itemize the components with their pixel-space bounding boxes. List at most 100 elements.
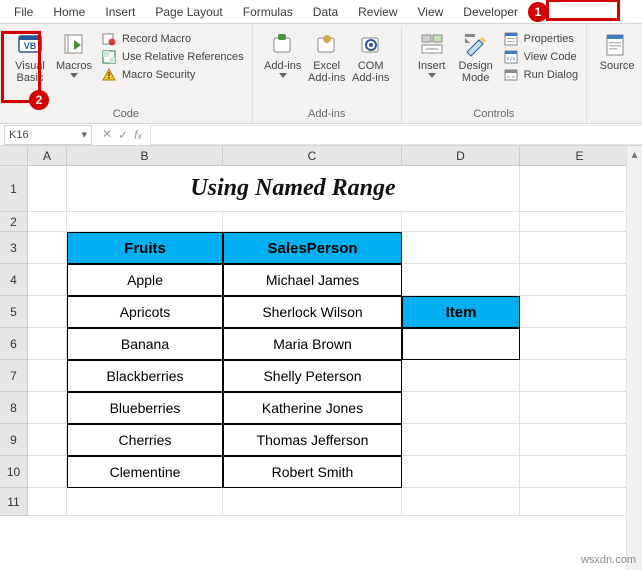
row-header-4[interactable]: 4	[0, 264, 28, 296]
use-relative-refs-button[interactable]: Use Relative References	[102, 50, 244, 64]
row-header-1[interactable]: 1	[0, 166, 28, 212]
fx-icon[interactable]: fx	[134, 128, 142, 142]
cell-A2[interactable]	[28, 212, 67, 232]
row-header-10[interactable]: 10	[0, 456, 28, 488]
cell-C11[interactable]	[223, 488, 402, 516]
row-header-9[interactable]: 9	[0, 424, 28, 456]
cell-fruit-5[interactable]: Cherries	[67, 424, 223, 456]
tab-developer[interactable]: Developer	[453, 1, 528, 22]
col-header-E[interactable]: E	[520, 146, 640, 166]
name-box[interactable]: K16 ▾	[4, 125, 92, 145]
visual-basic-button[interactable]: VB Visual Basic	[8, 30, 52, 86]
cell-B2[interactable]	[67, 212, 223, 232]
source-button[interactable]: Source	[595, 30, 639, 74]
cell-E8[interactable]	[520, 392, 640, 424]
cell-person-6[interactable]: Robert Smith	[223, 456, 402, 488]
insert-control-button[interactable]: Insert	[410, 30, 454, 83]
cell-person-1[interactable]: Sherlock Wilson	[223, 296, 402, 328]
cell-E1[interactable]	[520, 166, 640, 212]
scroll-up-icon[interactable]: ▴	[627, 146, 642, 162]
row-header-2[interactable]: 2	[0, 212, 28, 232]
cell-E3[interactable]	[520, 232, 640, 264]
com-addins-button[interactable]: COM Add-ins	[349, 30, 393, 86]
col-header-B[interactable]: B	[67, 146, 223, 166]
row-header-5[interactable]: 5	[0, 296, 28, 328]
cell-fruit-6[interactable]: Clementine	[67, 456, 223, 488]
select-all-corner[interactable]	[0, 146, 28, 166]
cell-D8[interactable]	[402, 392, 520, 424]
macros-button[interactable]: Macros	[52, 30, 96, 83]
cell-A8[interactable]	[28, 392, 67, 424]
tab-page-layout[interactable]: Page Layout	[145, 1, 232, 22]
cell-D4[interactable]	[402, 264, 520, 296]
vertical-scrollbar[interactable]: ▴	[626, 146, 642, 570]
cell-fruit-3[interactable]: Blackberries	[67, 360, 223, 392]
cell-E4[interactable]	[520, 264, 640, 296]
cell-fruit-2[interactable]: Banana	[67, 328, 223, 360]
cell-A6[interactable]	[28, 328, 67, 360]
enter-formula-icon[interactable]: ✓	[118, 128, 128, 142]
formula-bar[interactable]	[150, 125, 642, 145]
cell-fruit-4[interactable]: Blueberries	[67, 392, 223, 424]
col-header-D[interactable]: D	[402, 146, 520, 166]
col-header-C[interactable]: C	[223, 146, 402, 166]
cell-E11[interactable]	[520, 488, 640, 516]
design-mode-button[interactable]: Design Mode	[454, 30, 498, 86]
row-header-6[interactable]: 6	[0, 328, 28, 360]
excel-addins-button[interactable]: Excel Add-ins	[305, 30, 349, 86]
cell-person-4[interactable]: Katherine Jones	[223, 392, 402, 424]
cell-D7[interactable]	[402, 360, 520, 392]
cell-A4[interactable]	[28, 264, 67, 296]
cell-A5[interactable]	[28, 296, 67, 328]
col-header-A[interactable]: A	[28, 146, 67, 166]
row-header-11[interactable]: 11	[0, 488, 28, 516]
cell-person-0[interactable]: Michael James	[223, 264, 402, 296]
row-header-3[interactable]: 3	[0, 232, 28, 264]
header-item[interactable]: Item	[402, 296, 520, 328]
cell-D11[interactable]	[402, 488, 520, 516]
cell-D3[interactable]	[402, 232, 520, 264]
cell-fruit-0[interactable]: Apple	[67, 264, 223, 296]
cell-D9[interactable]	[402, 424, 520, 456]
cell-E9[interactable]	[520, 424, 640, 456]
cell-A11[interactable]	[28, 488, 67, 516]
cell-E2[interactable]	[520, 212, 640, 232]
cell-E5[interactable]	[520, 296, 640, 328]
cell-A10[interactable]	[28, 456, 67, 488]
cell-D10[interactable]	[402, 456, 520, 488]
cell-C2[interactable]	[223, 212, 402, 232]
tab-file[interactable]: File	[4, 1, 43, 22]
record-macro-button[interactable]: Record Macro	[102, 32, 244, 46]
row-header-7[interactable]: 7	[0, 360, 28, 392]
header-fruits[interactable]: Fruits	[67, 232, 223, 264]
cell-D2[interactable]	[402, 212, 520, 232]
run-dialog-button[interactable]: Run Dialog	[504, 68, 578, 82]
tab-formulas[interactable]: Formulas	[233, 1, 303, 22]
macro-security-button[interactable]: Macro Security	[102, 68, 244, 82]
title-cell[interactable]: Using Named Range	[67, 166, 520, 212]
cell-item-value[interactable]	[402, 328, 520, 360]
cell-B11[interactable]	[67, 488, 223, 516]
view-code-button[interactable]: </> View Code	[504, 50, 578, 64]
cell-person-5[interactable]: Thomas Jefferson	[223, 424, 402, 456]
cancel-formula-icon[interactable]: ✕	[102, 127, 112, 142]
properties-button[interactable]: Properties	[504, 32, 578, 46]
cell-person-3[interactable]: Shelly Peterson	[223, 360, 402, 392]
tab-view[interactable]: View	[408, 1, 454, 22]
cell-A1[interactable]	[28, 166, 67, 212]
cell-E10[interactable]	[520, 456, 640, 488]
addins-button[interactable]: Add-ins	[261, 30, 305, 83]
cell-A9[interactable]	[28, 424, 67, 456]
tab-home[interactable]: Home	[43, 1, 95, 22]
cell-E7[interactable]	[520, 360, 640, 392]
cell-A3[interactable]	[28, 232, 67, 264]
cell-A7[interactable]	[28, 360, 67, 392]
tab-review[interactable]: Review	[348, 1, 407, 22]
tab-insert[interactable]: Insert	[95, 1, 145, 22]
tab-data[interactable]: Data	[303, 1, 348, 22]
row-header-8[interactable]: 8	[0, 392, 28, 424]
header-salesperson[interactable]: SalesPerson	[223, 232, 402, 264]
cell-person-2[interactable]: Maria Brown	[223, 328, 402, 360]
cell-fruit-1[interactable]: Apricots	[67, 296, 223, 328]
cell-E6[interactable]	[520, 328, 640, 360]
